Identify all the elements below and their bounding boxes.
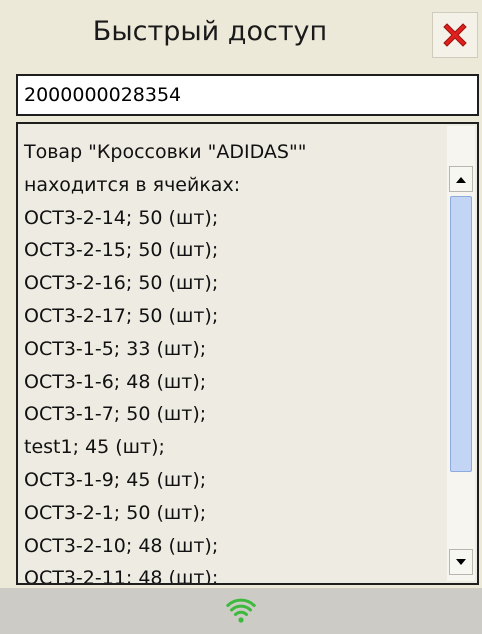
list-item: ОСТ3-2-14; 50 (шт); — [24, 206, 219, 229]
list-item: ОСТ3-2-16; 50 (шт); — [24, 272, 219, 295]
status-bar — [0, 588, 482, 634]
arrow-down-icon — [456, 558, 466, 565]
list-item: Товар "Кроссовки "ADIDAS"" — [24, 141, 307, 163]
title-bar: Быстрый доступ — [0, 0, 482, 64]
list-item: ОСТ3-2-11; 48 (шт); — [24, 567, 219, 585]
wifi-icon — [226, 598, 256, 623]
list-item: ОСТ3-2-10; 48 (шт); — [24, 534, 219, 557]
list-item: ОСТ3-1-9; 45 (шт); — [24, 468, 207, 491]
scroll-down-button[interactable] — [449, 549, 473, 575]
list-item: находится в ячейках: — [24, 173, 241, 196]
result-list[interactable]: Товар "Кроссовки "ADIDAS"" находится в яч… — [16, 122, 479, 585]
scroll-thumb[interactable] — [450, 196, 472, 472]
result-lines: Товар "Кроссовки "ADIDAS"" находится в яч… — [24, 136, 443, 585]
list-item: ОСТ3-1-5; 33 (шт); — [24, 337, 207, 360]
window-title: Быстрый доступ — [92, 16, 328, 47]
list-item: ОСТ3-1-7; 50 (шт); — [24, 403, 207, 426]
arrow-up-icon — [456, 176, 466, 183]
list-item: ОСТ3-2-1; 50 (шт); — [24, 501, 207, 524]
list-item: ОСТ3-2-17; 50 (шт); — [24, 304, 219, 327]
close-icon — [443, 23, 467, 47]
list-item: test1; 45 (шт); — [24, 436, 165, 459]
close-button[interactable] — [432, 12, 478, 58]
list-item: ОСТ3-1-6; 48 (шт); — [24, 370, 207, 393]
list-item: ОСТ3-2-15; 50 (шт); — [24, 239, 219, 262]
vertical-scrollbar[interactable] — [447, 126, 475, 581]
barcode-input[interactable] — [16, 74, 479, 116]
scroll-up-button[interactable] — [449, 166, 473, 192]
